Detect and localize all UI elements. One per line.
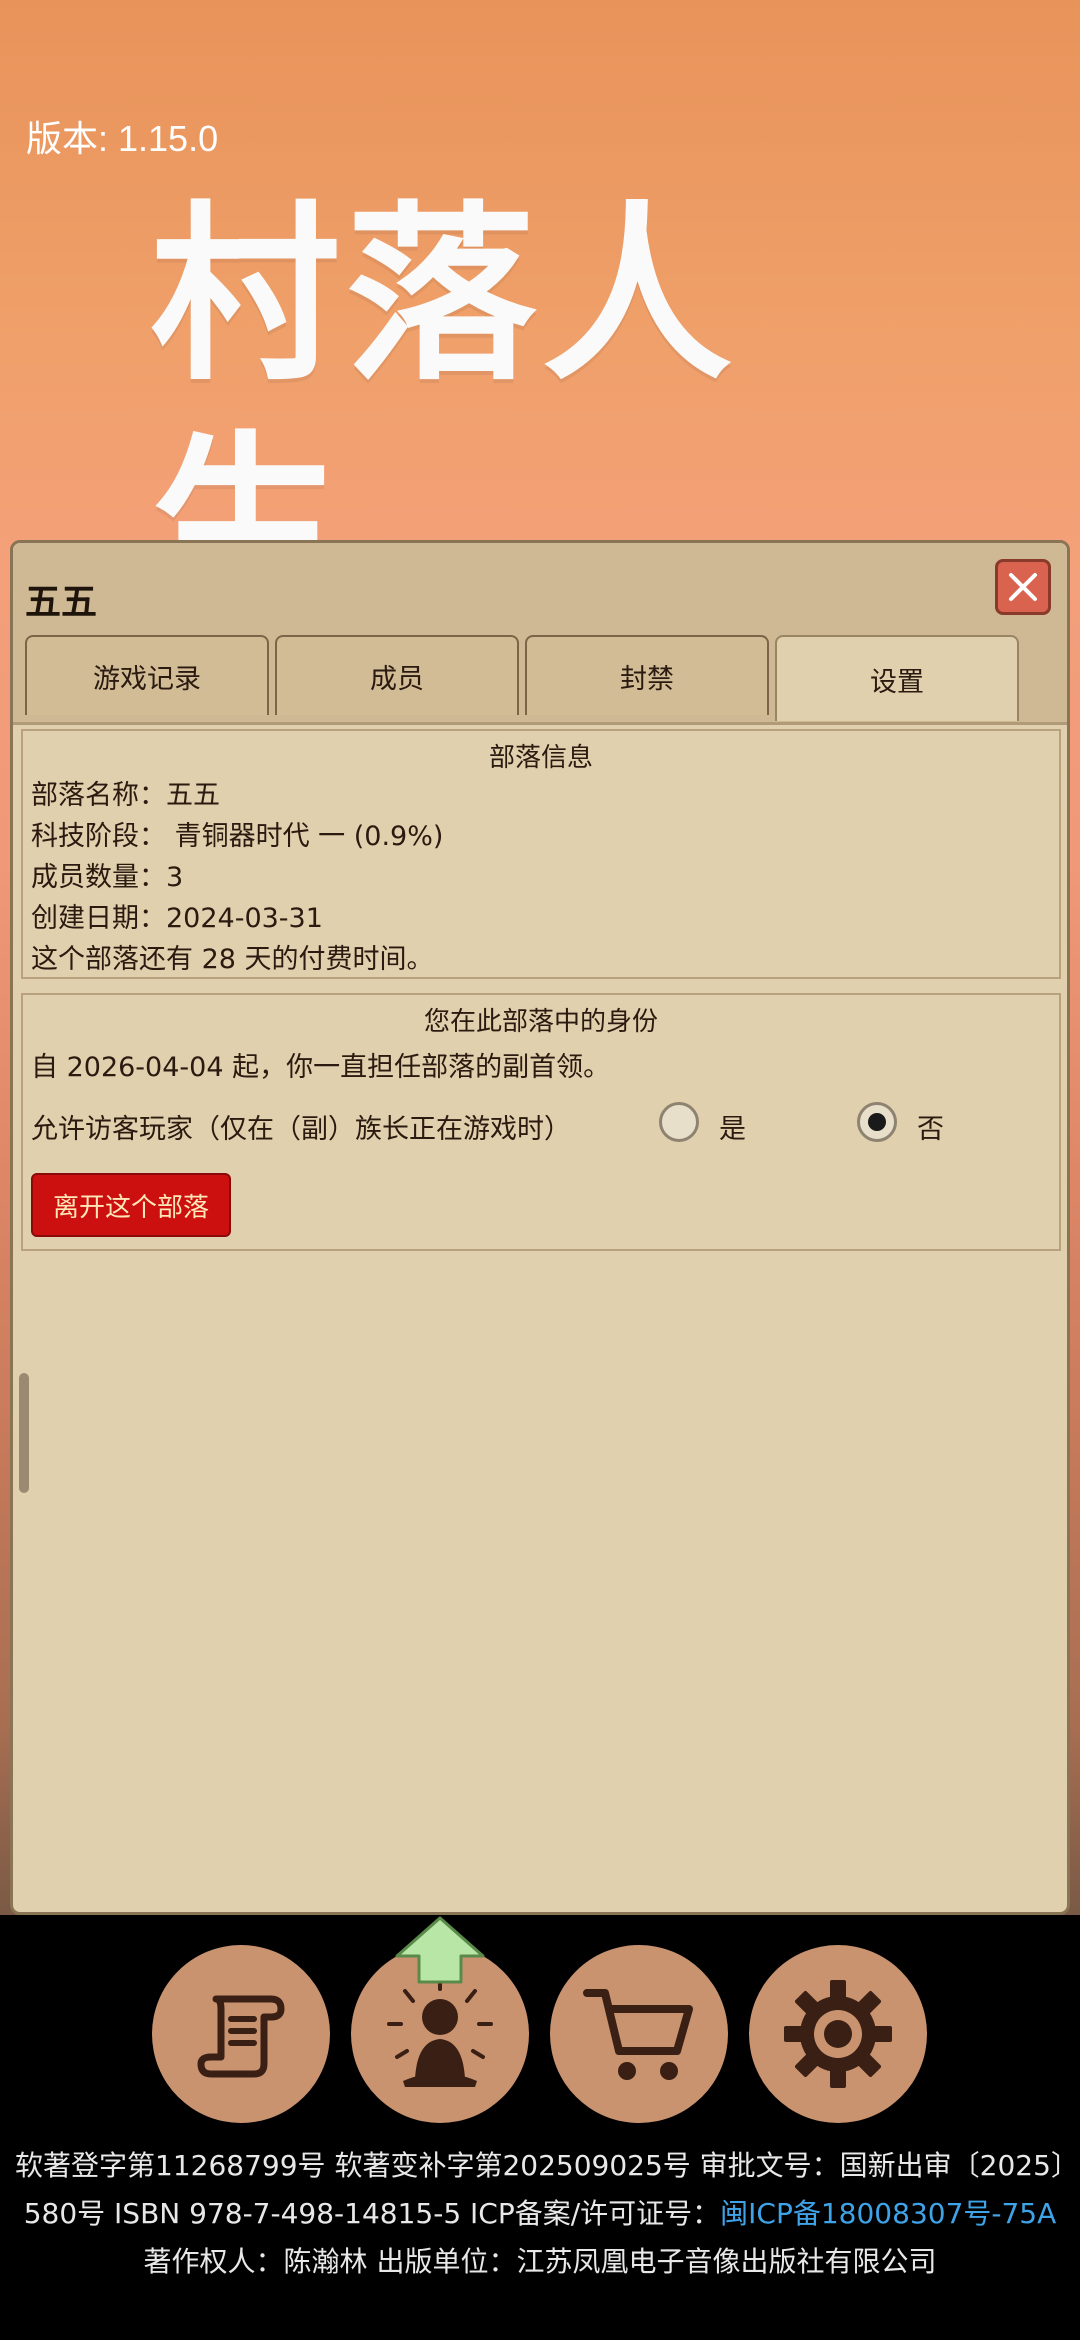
- tab-bans[interactable]: 封禁: [525, 635, 769, 715]
- member-count: 成员数量：3: [31, 862, 184, 893]
- tab-label: 设置: [870, 666, 924, 698]
- tab-game-log[interactable]: 游戏记录: [25, 635, 269, 715]
- up-arrow-icon: [395, 1916, 485, 1984]
- identity-section: 您在此部落中的身份 自 2026-04-04 起，你一直担任部落的副首领。 允许…: [21, 993, 1061, 1251]
- footer-legal: 软著登字第11268799号 软著变补字第202509025号 审批文号：国新出…: [0, 2142, 1080, 2286]
- radio-yes[interactable]: [659, 1102, 699, 1142]
- tribe-panel: 五五 游戏记录 成员 封禁 设置 部落信息 部落名称：五五 科技阶段： 青铜器时…: [10, 540, 1070, 1915]
- tab-label: 游戏记录: [93, 663, 201, 695]
- section-title: 您在此部落中的身份: [423, 1007, 658, 1037]
- tab-settings[interactable]: 设置: [775, 635, 1019, 721]
- tab-label: 封禁: [620, 663, 674, 695]
- leave-tribe-button[interactable]: 离开这个部落: [31, 1173, 231, 1237]
- nav-button-shop[interactable]: [550, 1945, 728, 2123]
- tribe-info-section: 部落信息 部落名称：五五 科技阶段： 青铜器时代 一 (0.9%) 成员数量：3…: [21, 729, 1061, 979]
- game-logo: 村落人生: [150, 180, 930, 636]
- paid-time: 这个部落还有 28 天的付费时间。: [31, 944, 434, 975]
- panel-header: 五五 游戏记录 成员 封禁 设置: [13, 543, 1067, 725]
- created-date: 创建日期：2024-03-31: [31, 903, 323, 934]
- radio-no-label: 否: [917, 1114, 944, 1145]
- meditation-icon: [387, 1975, 493, 2087]
- panel-title: 五五: [25, 582, 98, 623]
- scroll-icon: [197, 1995, 285, 2078]
- role-text: 自 2026-04-04 起，你一直担任部落的副首领。: [31, 1052, 611, 1083]
- visitor-setting-label: 允许访客玩家（仅在（副）族长正在游戏时）: [31, 1114, 571, 1145]
- tribe-name: 部落名称：五五: [31, 780, 220, 811]
- radio-no[interactable]: [857, 1102, 897, 1142]
- nav-button-log[interactable]: [152, 1945, 330, 2123]
- version-label: 版本: 1.15.0: [26, 118, 219, 159]
- nav-button-settings[interactable]: [749, 1945, 927, 2123]
- section-title: 部落信息: [488, 743, 593, 773]
- footer-line2: 著作权人：陈瀚林 出版单位：江苏凤凰电子音像出版社有限公司: [143, 2245, 937, 2278]
- radio-yes-label: 是: [719, 1114, 746, 1145]
- scrollbar[interactable]: [19, 1373, 29, 1493]
- gear-icon: [784, 1980, 892, 2088]
- tech-stage: 科技阶段： 青铜器时代 一 (0.9%): [31, 821, 444, 852]
- cart-icon: [583, 1989, 693, 2080]
- icp-link[interactable]: 闽ICP备18008307号-75A: [720, 2197, 1056, 2230]
- tab-label: 成员: [370, 663, 424, 695]
- close-button[interactable]: [995, 559, 1051, 615]
- close-icon: [1009, 573, 1037, 601]
- tab-members[interactable]: 成员: [275, 635, 519, 715]
